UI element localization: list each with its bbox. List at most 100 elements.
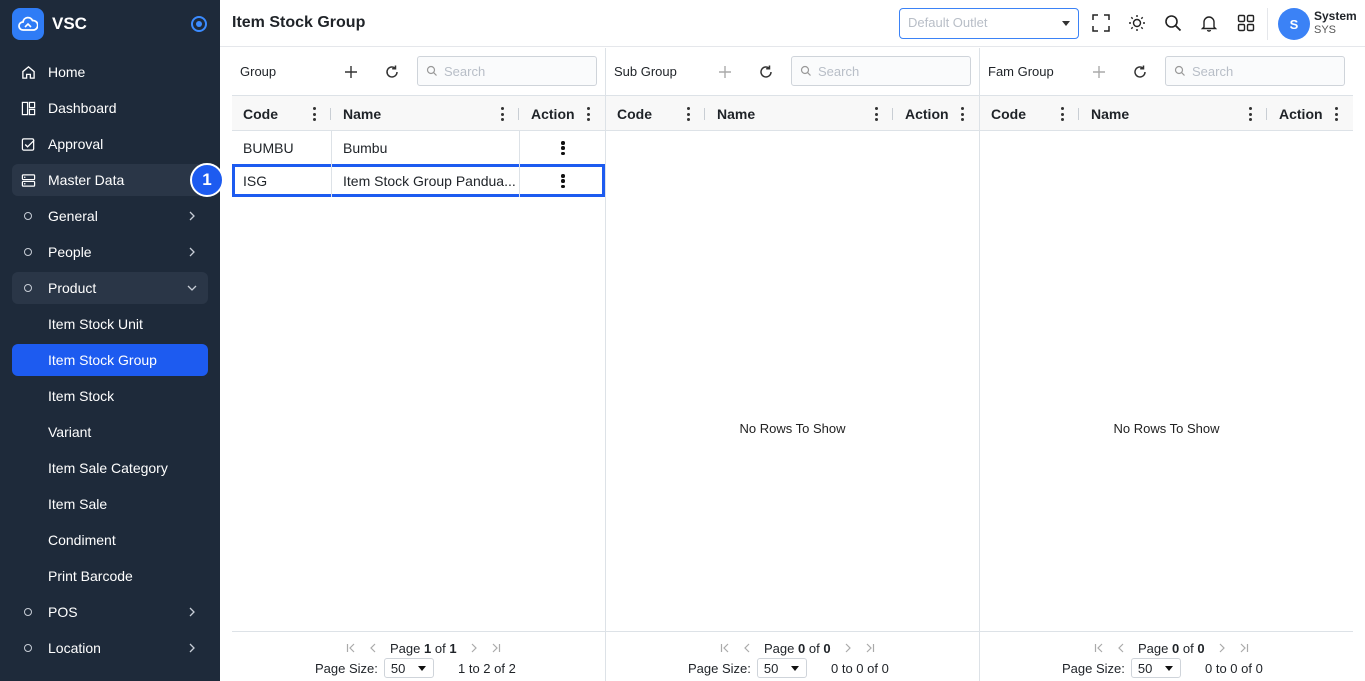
sidebar-item-general[interactable]: General (12, 200, 208, 232)
page-size-select[interactable]: 50 (756, 658, 807, 678)
column-header-action[interactable]: Action (894, 96, 979, 131)
first-page-icon[interactable] (718, 641, 732, 655)
column-menu-icon[interactable] (1248, 107, 1252, 121)
sidebar-item-condiment[interactable]: Condiment (12, 524, 208, 556)
column-header-action[interactable]: Action (1268, 96, 1353, 131)
search-input-box[interactable] (1165, 56, 1345, 86)
row-actions-icon[interactable] (561, 174, 565, 188)
column-header-name[interactable]: Name (332, 96, 520, 131)
search-icon[interactable] (1163, 13, 1183, 33)
search-input[interactable] (818, 63, 958, 79)
column-separator[interactable] (892, 108, 893, 120)
page-size-select[interactable]: 50 (1130, 658, 1181, 678)
sidebar-item-item-sale-category[interactable]: Item Sale Category (12, 452, 208, 484)
page-size-label: Page Size: (315, 660, 378, 676)
column-header-name[interactable]: Name (706, 96, 894, 131)
add-icon[interactable] (341, 62, 361, 82)
last-page-icon[interactable] (489, 641, 503, 655)
column-header-name[interactable]: Name (1080, 96, 1268, 131)
next-page-icon[interactable] (841, 641, 855, 655)
page-size-label: Page Size: (1062, 660, 1125, 676)
column-header-code[interactable]: Code (980, 96, 1080, 131)
sidebar-item-home[interactable]: Home (12, 56, 208, 88)
table-row[interactable]: BUMBU Bumbu (232, 131, 605, 164)
column-menu-icon[interactable] (312, 107, 316, 121)
table-row-selected[interactable]: ISG Item Stock Group Pandua... (232, 164, 605, 197)
column-label: Code (991, 105, 1026, 122)
approval-icon (20, 136, 36, 152)
next-page-icon[interactable] (467, 641, 481, 655)
search-input[interactable] (444, 63, 584, 79)
column-menu-icon[interactable] (1060, 107, 1064, 121)
add-icon[interactable] (1089, 62, 1109, 82)
step-badge: 1 (190, 163, 224, 197)
brand[interactable]: VSC (12, 8, 212, 40)
first-page-icon[interactable] (344, 641, 358, 655)
column-label: Name (1091, 105, 1130, 122)
search-input[interactable] (1192, 63, 1332, 79)
top-header: Item Stock Group Default Outlet S System… (220, 0, 1365, 47)
sidebar-item-dashboard[interactable]: Dashboard (12, 92, 208, 124)
bell-icon[interactable] (1199, 13, 1219, 33)
fullscreen-icon[interactable] (1091, 13, 1111, 33)
column-menu-icon[interactable] (874, 107, 878, 121)
sidebar-item-item-stock-group[interactable]: Item Stock Group (12, 344, 208, 376)
outlet-select[interactable]: Default Outlet (899, 8, 1079, 39)
sidebar-item-variant[interactable]: Variant (12, 416, 208, 448)
sidebar-item-approval[interactable]: Approval (12, 128, 208, 160)
sidebar-item-pos[interactable]: POS (12, 596, 208, 628)
last-page-icon[interactable] (1237, 641, 1251, 655)
column-menu-icon[interactable] (1334, 107, 1338, 121)
prev-page-icon[interactable] (366, 641, 380, 655)
row-summary: 0 to 0 of 0 (1205, 661, 1263, 676)
sidebar-item-item-stock[interactable]: Item Stock (12, 380, 208, 412)
refresh-icon[interactable] (756, 62, 776, 82)
sidebar-item-people[interactable]: People (12, 236, 208, 268)
pagination: Page 0 of 0 Page Size: 50 0 to 0 of 0 (606, 631, 979, 681)
page-size-select[interactable]: 50 (383, 658, 434, 678)
dashboard-icon (20, 100, 36, 116)
column-menu-icon[interactable] (586, 107, 590, 121)
sun-icon[interactable] (1127, 13, 1147, 33)
prev-page-icon[interactable] (740, 641, 754, 655)
sidebar-item-label: Dashboard (48, 100, 117, 116)
sidebar-item-location[interactable]: Location (12, 632, 208, 664)
row-actions-icon[interactable] (561, 141, 565, 155)
sidebar-item-print-barcode[interactable]: Print Barcode (12, 560, 208, 592)
page-size: Page Size: 50 (688, 658, 807, 678)
chevron-right-icon (189, 607, 195, 617)
page-size: Page Size: 50 (1062, 658, 1181, 678)
prev-page-icon[interactable] (1114, 641, 1128, 655)
column-menu-icon[interactable] (960, 107, 964, 121)
chevron-down-icon (187, 285, 197, 291)
sidebar-item-product[interactable]: Product (12, 272, 208, 304)
sidebar-item-master-data[interactable]: Master Data (12, 164, 208, 196)
sidebar-item-item-sale[interactable]: Item Sale (12, 488, 208, 520)
column-header-action[interactable]: Action (520, 96, 605, 131)
search-input-box[interactable] (791, 56, 971, 86)
column-separator[interactable] (518, 108, 519, 120)
sidebar-toggle-icon[interactable] (191, 16, 207, 32)
column-label: Action (1279, 105, 1323, 122)
column-separator[interactable] (330, 108, 331, 120)
avatar[interactable]: S (1278, 8, 1310, 40)
search-input-box[interactable] (417, 56, 597, 86)
sidebar-item-label: POS (48, 604, 78, 620)
apps-grid-icon[interactable] (1236, 13, 1256, 33)
column-separator[interactable] (1078, 108, 1079, 120)
cell-code: ISG (232, 164, 332, 197)
next-page-icon[interactable] (1215, 641, 1229, 655)
sidebar-item-item-stock-unit[interactable]: Item Stock Unit (12, 308, 208, 340)
first-page-icon[interactable] (1092, 641, 1106, 655)
column-menu-icon[interactable] (686, 107, 690, 121)
add-icon[interactable] (715, 62, 735, 82)
column-separator[interactable] (704, 108, 705, 120)
column-separator[interactable] (1266, 108, 1267, 120)
column-menu-icon[interactable] (500, 107, 504, 121)
last-page-icon[interactable] (863, 641, 877, 655)
column-header-code[interactable]: Code (232, 96, 332, 131)
refresh-icon[interactable] (1130, 62, 1150, 82)
database-icon (20, 172, 36, 188)
column-header-code[interactable]: Code (606, 96, 706, 131)
refresh-icon[interactable] (382, 62, 402, 82)
